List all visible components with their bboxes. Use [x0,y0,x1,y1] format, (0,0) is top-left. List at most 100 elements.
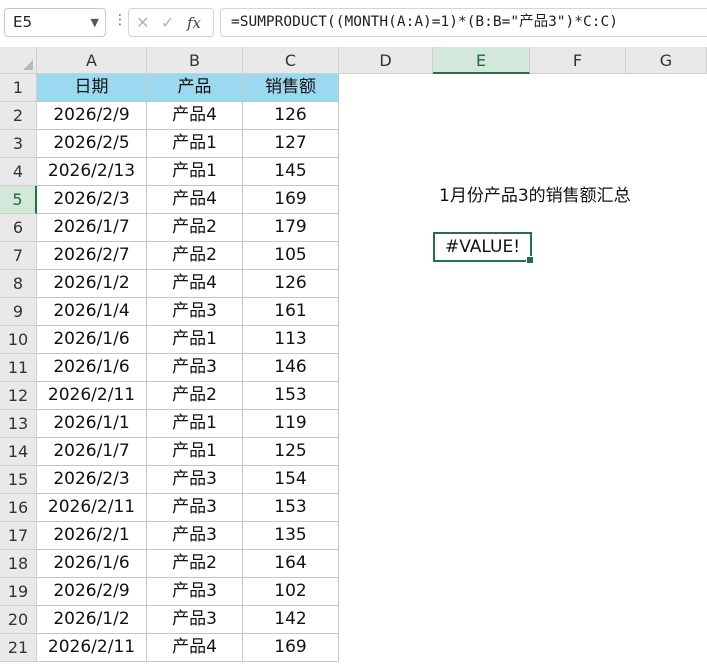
row-header-9[interactable]: 9 [0,298,37,326]
column-header-d[interactable]: D [339,47,433,74]
table-header-cell[interactable]: 销售额 [243,74,339,102]
table-cell[interactable]: 产品4 [147,186,243,214]
more-options-icon[interactable]: ⋮ [113,12,127,28]
table-cell[interactable]: 145 [243,158,339,186]
empty-area[interactable] [339,74,707,665]
row-header-18[interactable]: 18 [0,550,37,578]
column-header-c[interactable]: C [243,47,339,74]
select-all-corner[interactable] [0,47,37,74]
table-cell[interactable]: 2026/2/11 [37,494,147,522]
table-cell[interactable]: 2026/2/3 [37,466,147,494]
table-cell[interactable]: 产品3 [147,354,243,382]
table-cell[interactable]: 2026/2/9 [37,578,147,606]
row-header-7[interactable]: 7 [0,242,37,270]
table-cell[interactable]: 产品1 [147,130,243,158]
table-cell[interactable]: 126 [243,102,339,130]
table-cell[interactable]: 2026/1/4 [37,298,147,326]
table-cell[interactable]: 2026/2/3 [37,186,147,214]
row-header-2[interactable]: 2 [0,102,37,130]
table-cell[interactable]: 2026/1/6 [37,326,147,354]
table-cell[interactable]: 105 [243,242,339,270]
row-header-8[interactable]: 8 [0,270,37,298]
table-header-cell[interactable]: 日期 [37,74,147,102]
table-cell[interactable]: 产品1 [147,410,243,438]
table-cell[interactable]: 产品4 [147,102,243,130]
name-box[interactable]: E5 ▼ [4,8,106,37]
row-header-17[interactable]: 17 [0,522,37,550]
table-cell[interactable]: 161 [243,298,339,326]
row-header-21[interactable]: 21 [0,634,37,662]
selected-cell-e5[interactable]: #VALUE! [433,232,534,264]
cancel-x-icon[interactable]: ✕ [136,13,149,32]
row-header-11[interactable]: 11 [0,354,37,382]
table-cell[interactable]: 产品2 [147,382,243,410]
row-header-16[interactable]: 16 [0,494,37,522]
fill-handle[interactable] [526,256,534,264]
row-header-15[interactable]: 15 [0,466,37,494]
table-cell[interactable]: 2026/2/9 [37,102,147,130]
column-header-a[interactable]: A [37,47,147,74]
row-header-20[interactable]: 20 [0,606,37,634]
check-icon[interactable]: ✓ [161,13,174,32]
table-header-cell[interactable]: 产品 [147,74,243,102]
table-cell[interactable]: 127 [243,130,339,158]
table-cell[interactable]: 153 [243,382,339,410]
row-header-3[interactable]: 3 [0,130,37,158]
table-cell[interactable]: 2026/2/7 [37,242,147,270]
row-header-13[interactable]: 13 [0,410,37,438]
table-cell[interactable]: 产品2 [147,242,243,270]
column-header-e[interactable]: E [433,47,530,74]
table-cell[interactable]: 169 [243,186,339,214]
table-cell[interactable]: 产品1 [147,326,243,354]
row-header-12[interactable]: 12 [0,382,37,410]
chevron-down-icon[interactable]: ▼ [91,9,99,36]
table-cell[interactable]: 产品3 [147,298,243,326]
row-header-6[interactable]: 6 [0,214,37,242]
table-cell[interactable]: 2026/1/2 [37,606,147,634]
table-cell[interactable]: 164 [243,550,339,578]
row-header-4[interactable]: 4 [0,158,37,186]
table-cell[interactable]: 102 [243,578,339,606]
column-header-f[interactable]: F [530,47,626,74]
table-cell[interactable]: 产品1 [147,438,243,466]
cell-e3-label[interactable]: 1月份产品3的销售额汇总 [439,181,631,206]
table-cell[interactable]: 125 [243,438,339,466]
table-cell[interactable]: 产品1 [147,158,243,186]
row-header-10[interactable]: 10 [0,326,37,354]
row-header-14[interactable]: 14 [0,438,37,466]
table-cell[interactable]: 2026/2/5 [37,130,147,158]
table-cell[interactable]: 2026/1/6 [37,354,147,382]
column-header-g[interactable]: G [626,47,707,74]
table-cell[interactable]: 2026/2/13 [37,158,147,186]
table-cell[interactable]: 2026/1/1 [37,410,147,438]
column-header-b[interactable]: B [147,47,243,74]
table-cell[interactable]: 2026/2/11 [37,382,147,410]
table-cell[interactable]: 产品3 [147,606,243,634]
table-cell[interactable]: 2026/2/11 [37,634,147,662]
table-cell[interactable]: 产品4 [147,270,243,298]
table-cell[interactable]: 146 [243,354,339,382]
table-cell[interactable]: 产品3 [147,522,243,550]
table-cell[interactable]: 产品4 [147,634,243,662]
table-cell[interactable]: 产品3 [147,494,243,522]
table-cell[interactable]: 2026/2/1 [37,522,147,550]
table-cell[interactable]: 产品2 [147,550,243,578]
table-cell[interactable]: 产品3 [147,466,243,494]
table-cell[interactable]: 154 [243,466,339,494]
table-cell[interactable]: 169 [243,634,339,662]
table-cell[interactable]: 142 [243,606,339,634]
table-cell[interactable]: 2026/1/7 [37,438,147,466]
row-header-1[interactable]: 1 [0,74,37,102]
formula-input[interactable]: =SUMPRODUCT((MONTH(A:A)=1)*(B:B="产品3")*C… [220,8,707,37]
table-cell[interactable]: 153 [243,494,339,522]
row-header-19[interactable]: 19 [0,578,37,606]
table-cell[interactable]: 2026/1/2 [37,270,147,298]
fx-icon[interactable]: fx [187,14,201,32]
table-cell[interactable]: 179 [243,214,339,242]
row-header-5[interactable]: 5 [0,186,37,214]
table-cell[interactable]: 135 [243,522,339,550]
table-cell[interactable]: 2026/1/6 [37,550,147,578]
table-cell[interactable]: 产品2 [147,214,243,242]
table-cell[interactable]: 126 [243,270,339,298]
table-cell[interactable]: 2026/1/7 [37,214,147,242]
